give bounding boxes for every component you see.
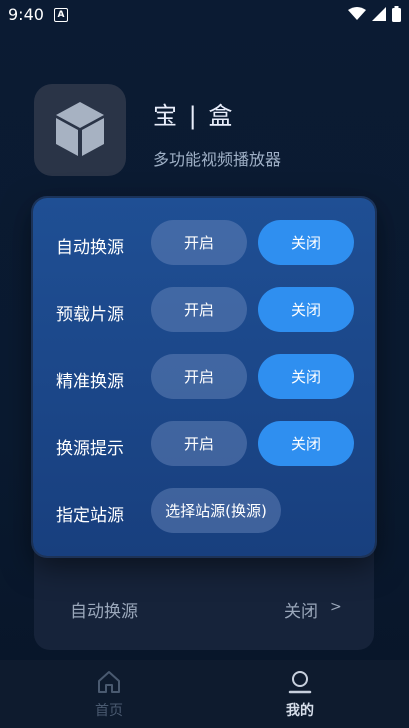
battery-icon [392, 6, 401, 22]
row-preload-source: 预载片源 开启 关闭 [33, 287, 375, 333]
row-switch-hint: 换源提示 开启 关闭 [33, 421, 375, 467]
precise-switch-off-button[interactable]: 关闭 [258, 354, 354, 399]
status-time: 9:40 [8, 5, 44, 24]
bottom-tab-bar: 首页 我的 [0, 660, 409, 728]
tab-profile[interactable]: 我的 [240, 670, 360, 720]
status-bar: 9:40 A [0, 0, 409, 30]
row-label: 预载片源 [56, 305, 124, 325]
auto-switch-off-button[interactable]: 关闭 [258, 220, 354, 265]
row-label: 指定站源 [56, 506, 124, 526]
row-precise-switch: 精准换源 开启 关闭 [33, 354, 375, 400]
home-icon [98, 671, 120, 693]
signal-icon [372, 7, 386, 21]
cube-icon [56, 102, 104, 156]
row-auto-switch: 自动换源 开启 关闭 [33, 220, 375, 266]
app-subtitle: 多功能视频播放器 [153, 150, 282, 169]
notification-icon: A [54, 8, 68, 22]
row-label: 换源提示 [56, 439, 124, 459]
tab-label: 我的 [286, 703, 314, 719]
setting-label-auto-switch[interactable]: 自动换源 [70, 597, 138, 622]
row-label: 自动换源 [56, 238, 124, 258]
switch-hint-off-button[interactable]: 关闭 [258, 421, 354, 466]
chevron-right-icon: > [330, 599, 342, 615]
preload-off-button[interactable]: 关闭 [258, 287, 354, 332]
auto-switch-on-button[interactable]: 开启 [151, 220, 247, 265]
system-icons [348, 6, 401, 22]
tab-home[interactable]: 首页 [49, 670, 169, 720]
profile-icon [288, 671, 312, 694]
switch-hint-on-button[interactable]: 开启 [151, 421, 247, 466]
row-specify-source: 指定站源 选择站源(换源) [33, 488, 375, 534]
source-settings-dialog: 自动换源 开启 关闭 预载片源 开启 关闭 精准换源 开启 关闭 换源提示 开启… [33, 198, 375, 556]
tab-label: 首页 [95, 703, 123, 719]
app-logo [34, 84, 126, 176]
select-source-button[interactable]: 选择站源(换源) [151, 488, 281, 533]
row-label: 精准换源 [56, 372, 124, 392]
wifi-icon [348, 7, 366, 20]
precise-switch-on-button[interactable]: 开启 [151, 354, 247, 399]
preload-on-button[interactable]: 开启 [151, 287, 247, 332]
app-title: 宝 | 盒 [153, 102, 235, 130]
setting-value: 关闭 [284, 602, 318, 622]
